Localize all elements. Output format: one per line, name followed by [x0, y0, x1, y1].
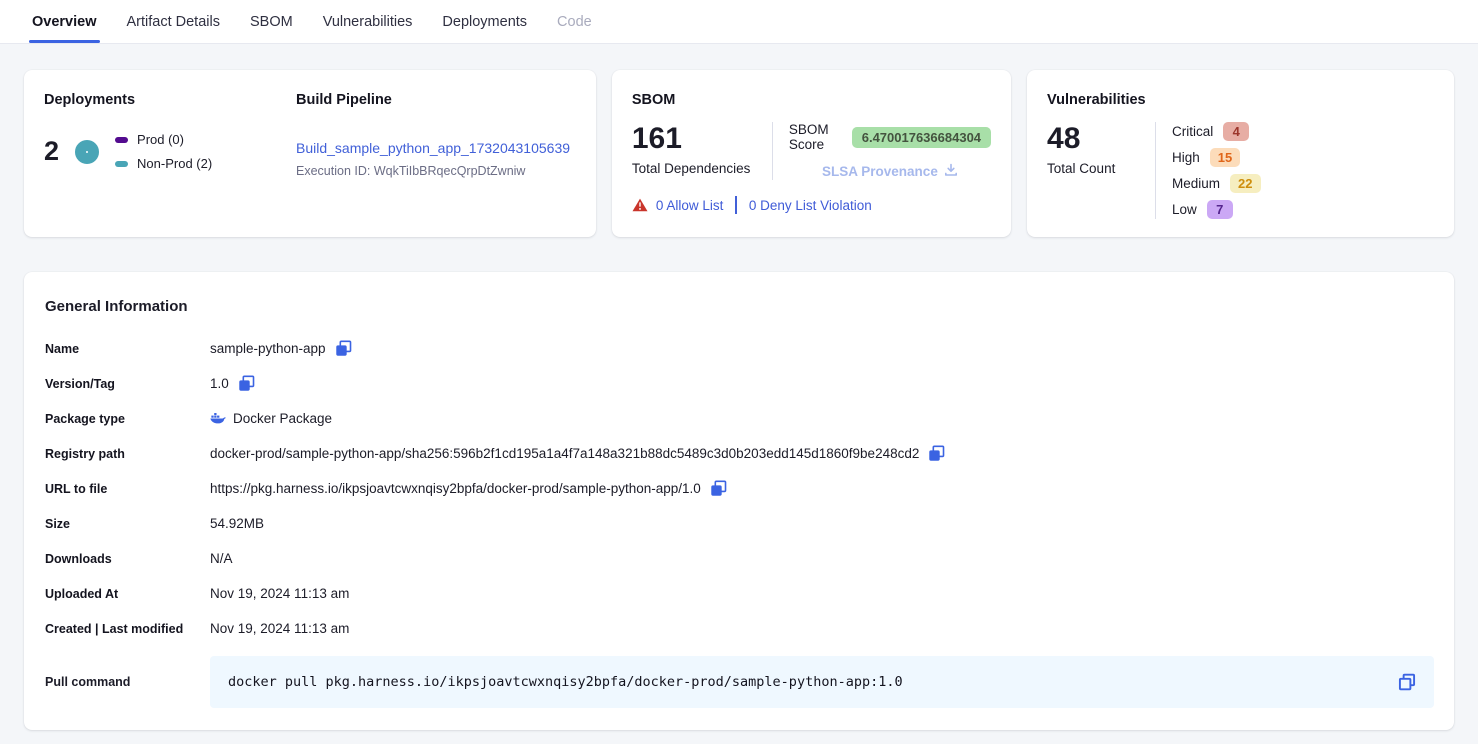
- prod-legend-label: Prod (0): [137, 132, 184, 147]
- severity-label: Critical: [1172, 124, 1213, 139]
- info-label: Version/Tag: [45, 377, 210, 391]
- info-label: Registry path: [45, 447, 210, 461]
- info-row-uploaded-at: Uploaded At Nov 19, 2024 11:13 am: [45, 576, 1434, 611]
- page-content: Deployments 2 Prod (0) Non-Prod (2): [0, 44, 1478, 730]
- execution-id-text: Execution ID: WqkTiIbBRqecQrpDtZwniw: [296, 164, 576, 178]
- info-value: Nov 19, 2024 11:13 am: [210, 586, 349, 601]
- deployments-donut-chart: [75, 140, 99, 164]
- pull-command-label: Pull command: [45, 656, 210, 708]
- sbom-score-block: SBOM Score 6.470017636684304 SLSA Proven…: [773, 122, 991, 180]
- info-label: Package type: [45, 412, 210, 426]
- build-pipeline-title: Build Pipeline: [296, 92, 576, 108]
- slsa-provenance-link: SLSA Provenance: [789, 163, 991, 180]
- general-information-card: General Information Name sample-python-a…: [24, 272, 1454, 730]
- severity-label: Low: [1172, 202, 1197, 217]
- nonprod-legend-marker: [115, 161, 128, 167]
- deployments-card: Deployments 2 Prod (0) Non-Prod (2): [24, 70, 596, 237]
- deployments-title: Deployments: [44, 92, 296, 108]
- tab-sbom[interactable]: SBOM: [250, 0, 293, 43]
- nonprod-legend-label: Non-Prod (2): [137, 156, 212, 171]
- sbom-card: SBOM 161 Total Dependencies SBOM Score 6…: [612, 70, 1011, 237]
- pull-command-box: docker pull pkg.harness.io/ikpsjoavtcwxn…: [210, 656, 1434, 708]
- info-label: Downloads: [45, 552, 210, 566]
- sbom-total-count: 161: [632, 122, 772, 157]
- info-label: Created | Last modified: [45, 622, 210, 636]
- info-value: https://pkg.harness.io/ikpsjoavtcwxnqisy…: [210, 481, 701, 496]
- info-value: 54.92MB: [210, 516, 264, 531]
- download-icon: [944, 163, 958, 180]
- deployments-legend: Prod (0) Non-Prod (2): [115, 132, 212, 171]
- severity-count-badge: 15: [1210, 148, 1240, 167]
- vulnerabilities-title: Vulnerabilities: [1047, 92, 1434, 108]
- legend-item-nonprod: Non-Prod (2): [115, 156, 212, 171]
- info-value: N/A: [210, 551, 233, 566]
- severity-count-badge: 22: [1230, 174, 1260, 193]
- info-value: Docker Package: [233, 411, 332, 426]
- sbom-total-label: Total Dependencies: [632, 161, 772, 176]
- info-label: Size: [45, 517, 210, 531]
- severity-label: Medium: [1172, 176, 1220, 191]
- severity-list: Critical 4 High 15 Medium 22 Low 7: [1156, 122, 1434, 219]
- severity-label: High: [1172, 150, 1200, 165]
- copy-icon[interactable]: [238, 375, 255, 392]
- info-row-version: Version/Tag 1.0: [45, 366, 1434, 401]
- legend-item-prod: Prod (0): [115, 132, 212, 147]
- tab-overview[interactable]: Overview: [32, 0, 97, 43]
- info-label: Name: [45, 342, 210, 356]
- info-row-name: Name sample-python-app: [45, 331, 1434, 366]
- vulnerabilities-total-block: 48 Total Count: [1047, 122, 1155, 219]
- info-row-size: Size 54.92MB: [45, 506, 1434, 541]
- info-row-url: URL to file https://pkg.harness.io/ikpsj…: [45, 471, 1434, 506]
- copy-icon[interactable]: [710, 480, 727, 497]
- sbom-score-badge: 6.470017636684304: [852, 127, 991, 148]
- sbom-total-block: 161 Total Dependencies: [632, 122, 772, 180]
- pull-command-text: docker pull pkg.harness.io/ikpsjoavtcwxn…: [228, 674, 1398, 690]
- severity-count-badge: 7: [1207, 200, 1233, 219]
- links-divider: [735, 196, 737, 214]
- build-pipeline-section: Build Pipeline Build_sample_python_app_1…: [296, 92, 576, 219]
- deployments-total-count: 2: [44, 136, 59, 167]
- pipeline-link[interactable]: Build_sample_python_app_1732043105639: [296, 140, 570, 156]
- tab-deployments[interactable]: Deployments: [442, 0, 527, 43]
- tab-artifact-details[interactable]: Artifact Details: [127, 0, 220, 43]
- info-row-package-type: Package type Docker Package: [45, 401, 1434, 436]
- copy-icon[interactable]: [928, 445, 945, 462]
- tab-vulnerabilities[interactable]: Vulnerabilities: [323, 0, 413, 43]
- tab-code: Code: [557, 0, 592, 43]
- severity-row-high: High 15: [1172, 148, 1434, 167]
- info-value: docker-prod/sample-python-app/sha256:596…: [210, 446, 919, 461]
- info-value: sample-python-app: [210, 341, 326, 356]
- deployments-section: Deployments 2 Prod (0) Non-Prod (2): [44, 92, 296, 219]
- warning-triangle-icon: [632, 198, 648, 212]
- severity-count-badge: 4: [1223, 122, 1249, 141]
- sbom-score-label: SBOM Score: [789, 122, 843, 152]
- docker-icon: [210, 413, 226, 425]
- info-value: 1.0: [210, 376, 229, 391]
- copy-icon[interactable]: [335, 340, 352, 357]
- info-row-downloads: Downloads N/A: [45, 541, 1434, 576]
- copy-icon[interactable]: [1398, 673, 1416, 691]
- info-row-created-modified: Created | Last modified Nov 19, 2024 11:…: [45, 611, 1434, 646]
- prod-legend-marker: [115, 137, 128, 143]
- tab-bar: Overview Artifact Details SBOM Vulnerabi…: [0, 0, 1478, 44]
- severity-row-low: Low 7: [1172, 200, 1434, 219]
- slsa-provenance-label: SLSA Provenance: [822, 164, 938, 179]
- vulnerabilities-total-label: Total Count: [1047, 161, 1155, 176]
- info-value: Nov 19, 2024 11:13 am: [210, 621, 349, 636]
- info-label: URL to file: [45, 482, 210, 496]
- sbom-title: SBOM: [632, 92, 991, 108]
- summary-cards-row: Deployments 2 Prod (0) Non-Prod (2): [24, 70, 1454, 237]
- sbom-policy-links: 0 Allow List 0 Deny List Violation: [632, 196, 991, 214]
- severity-row-medium: Medium 22: [1172, 174, 1434, 193]
- vulnerabilities-total-count: 48: [1047, 122, 1155, 157]
- deny-list-link[interactable]: 0 Deny List Violation: [749, 198, 872, 213]
- info-row-registry-path: Registry path docker-prod/sample-python-…: [45, 436, 1434, 471]
- pull-command-row: Pull command docker pull pkg.harness.io/…: [45, 656, 1434, 708]
- info-label: Uploaded At: [45, 587, 210, 601]
- severity-row-critical: Critical 4: [1172, 122, 1434, 141]
- general-information-title: General Information: [45, 298, 1434, 315]
- allow-list-link[interactable]: 0 Allow List: [656, 198, 724, 213]
- vulnerabilities-card: Vulnerabilities 48 Total Count Critical …: [1027, 70, 1454, 237]
